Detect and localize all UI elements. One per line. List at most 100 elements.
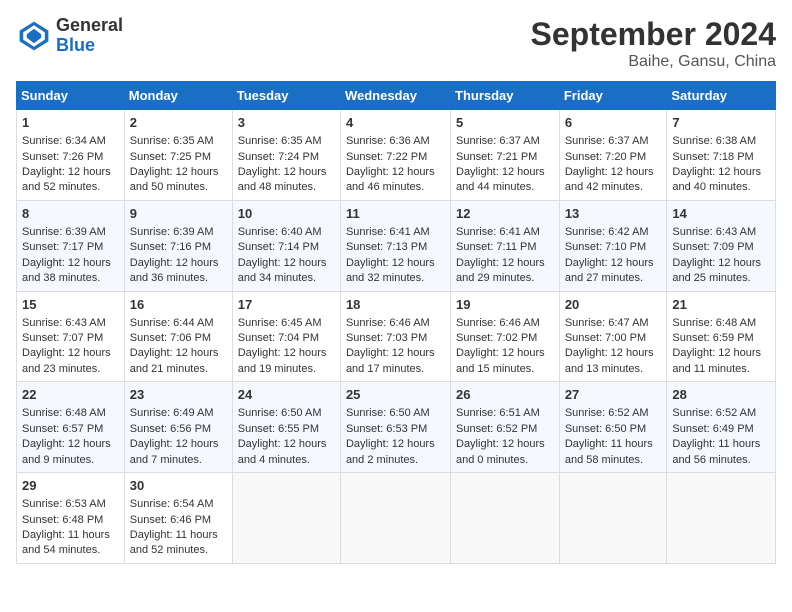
day-info: and 52 minutes.: [22, 180, 119, 195]
day-info: Sunrise: 6:44 AM: [130, 316, 227, 331]
day-number: 20: [565, 296, 662, 314]
day-info: Sunrise: 6:42 AM: [565, 225, 662, 240]
day-number: 24: [238, 386, 335, 404]
day-info: Sunset: 7:06 PM: [130, 331, 227, 346]
day-info: Sunrise: 6:48 AM: [22, 406, 119, 421]
day-info: and 0 minutes.: [456, 453, 554, 468]
table-row: [340, 473, 450, 564]
day-info: and 42 minutes.: [565, 180, 662, 195]
day-number: 11: [346, 205, 445, 223]
day-info: and 9 minutes.: [22, 453, 119, 468]
calendar-row: 8Sunrise: 6:39 AMSunset: 7:17 PMDaylight…: [17, 200, 776, 291]
table-row: 18Sunrise: 6:46 AMSunset: 7:03 PMDayligh…: [340, 291, 450, 382]
day-info: Sunset: 7:04 PM: [238, 331, 335, 346]
day-number: 7: [672, 114, 770, 132]
day-info: Sunrise: 6:52 AM: [565, 406, 662, 421]
day-info: Sunrise: 6:48 AM: [672, 316, 770, 331]
col-tuesday: Tuesday: [232, 82, 340, 110]
day-info: Sunrise: 6:54 AM: [130, 497, 227, 512]
table-row: 3Sunrise: 6:35 AMSunset: 7:24 PMDaylight…: [232, 110, 340, 201]
table-row: 15Sunrise: 6:43 AMSunset: 7:07 PMDayligh…: [17, 291, 125, 382]
day-number: 12: [456, 205, 554, 223]
day-number: 14: [672, 205, 770, 223]
day-info: and 36 minutes.: [130, 271, 227, 286]
day-info: Sunset: 6:50 PM: [565, 422, 662, 437]
day-info: and 15 minutes.: [456, 362, 554, 377]
table-row: 6 Sunrise: 6:37 AMSunset: 7:20 PMDaylight…: [559, 110, 667, 201]
day-info: Sunset: 6:52 PM: [456, 422, 554, 437]
logo-text: General Blue: [56, 16, 123, 56]
day-info: and 21 minutes.: [130, 362, 227, 377]
day-number: 21: [672, 296, 770, 314]
day-info: and 46 minutes.: [346, 180, 445, 195]
day-info: Daylight: 12 hours: [456, 437, 554, 452]
day-info: and 19 minutes.: [238, 362, 335, 377]
table-row: 16Sunrise: 6:44 AMSunset: 7:06 PMDayligh…: [124, 291, 232, 382]
day-info: Daylight: 12 hours: [565, 346, 662, 361]
calendar-row: 29Sunrise: 6:53 AMSunset: 6:48 PMDayligh…: [17, 473, 776, 564]
table-row: 8Sunrise: 6:39 AMSunset: 7:17 PMDaylight…: [17, 200, 125, 291]
table-row: 28Sunrise: 6:52 AMSunset: 6:49 PMDayligh…: [667, 382, 776, 473]
table-row: 17Sunrise: 6:45 AMSunset: 7:04 PMDayligh…: [232, 291, 340, 382]
day-info: Sunrise: 6:45 AM: [238, 316, 335, 331]
table-row: 29Sunrise: 6:53 AMSunset: 6:48 PMDayligh…: [17, 473, 125, 564]
day-info: Sunrise: 6:37 AM: [565, 134, 662, 149]
day-info: and 44 minutes.: [456, 180, 554, 195]
day-info: and 34 minutes.: [238, 271, 335, 286]
table-row: 14Sunrise: 6:43 AMSunset: 7:09 PMDayligh…: [667, 200, 776, 291]
day-number: 27: [565, 386, 662, 404]
day-info: Sunset: 7:13 PM: [346, 240, 445, 255]
day-info: Sunrise: 6:51 AM: [456, 406, 554, 421]
day-info: Daylight: 12 hours: [565, 165, 662, 180]
day-info: and 11 minutes.: [672, 362, 770, 377]
day-number: 19: [456, 296, 554, 314]
day-number: 25: [346, 386, 445, 404]
day-number: 2: [130, 114, 227, 132]
table-row: [559, 473, 667, 564]
day-info: and 56 minutes.: [672, 453, 770, 468]
day-info: Sunrise: 6:47 AM: [565, 316, 662, 331]
day-info: Daylight: 12 hours: [130, 165, 227, 180]
day-number: 23: [130, 386, 227, 404]
day-number: 6: [565, 114, 662, 132]
day-info: Sunrise: 6:53 AM: [22, 497, 119, 512]
day-info: Daylight: 11 hours: [130, 528, 227, 543]
day-info: Daylight: 11 hours: [672, 437, 770, 452]
day-info: Daylight: 12 hours: [346, 346, 445, 361]
table-row: 27Sunrise: 6:52 AMSunset: 6:50 PMDayligh…: [559, 382, 667, 473]
day-info: Sunrise: 6:52 AM: [672, 406, 770, 421]
day-info: Sunset: 7:20 PM: [565, 150, 662, 165]
day-info: Sunrise: 6:50 AM: [346, 406, 445, 421]
day-number: 9: [130, 205, 227, 223]
calendar-row: 15Sunrise: 6:43 AMSunset: 7:07 PMDayligh…: [17, 291, 776, 382]
day-info: and 7 minutes.: [130, 453, 227, 468]
day-info: and 48 minutes.: [238, 180, 335, 195]
day-info: and 4 minutes.: [238, 453, 335, 468]
day-info: Daylight: 12 hours: [346, 256, 445, 271]
day-info: Daylight: 12 hours: [346, 165, 445, 180]
logo-icon: [16, 18, 52, 54]
table-row: 23Sunrise: 6:49 AMSunset: 6:56 PMDayligh…: [124, 382, 232, 473]
day-info: Sunset: 7:00 PM: [565, 331, 662, 346]
day-info: Sunset: 7:11 PM: [456, 240, 554, 255]
day-info: and 13 minutes.: [565, 362, 662, 377]
day-info: Sunset: 7:09 PM: [672, 240, 770, 255]
day-info: Daylight: 12 hours: [238, 165, 335, 180]
day-info: Daylight: 12 hours: [130, 346, 227, 361]
day-info: Sunrise: 6:36 AM: [346, 134, 445, 149]
day-info: Sunrise: 6:46 AM: [456, 316, 554, 331]
day-number: 8: [22, 205, 119, 223]
day-number: 15: [22, 296, 119, 314]
day-info: Sunset: 6:57 PM: [22, 422, 119, 437]
day-info: and 23 minutes.: [22, 362, 119, 377]
day-info: Daylight: 12 hours: [238, 256, 335, 271]
table-row: 10Sunrise: 6:40 AMSunset: 7:14 PMDayligh…: [232, 200, 340, 291]
page-header: General Blue September 2024 Baihe, Gansu…: [16, 16, 776, 71]
table-row: [232, 473, 340, 564]
table-row: 1Sunrise: 6:34 AMSunset: 7:26 PMDaylight…: [17, 110, 125, 201]
day-info: Daylight: 12 hours: [456, 346, 554, 361]
day-info: Sunset: 6:48 PM: [22, 513, 119, 528]
day-info: Sunset: 7:03 PM: [346, 331, 445, 346]
day-info: Sunset: 7:14 PM: [238, 240, 335, 255]
day-info: and 38 minutes.: [22, 271, 119, 286]
